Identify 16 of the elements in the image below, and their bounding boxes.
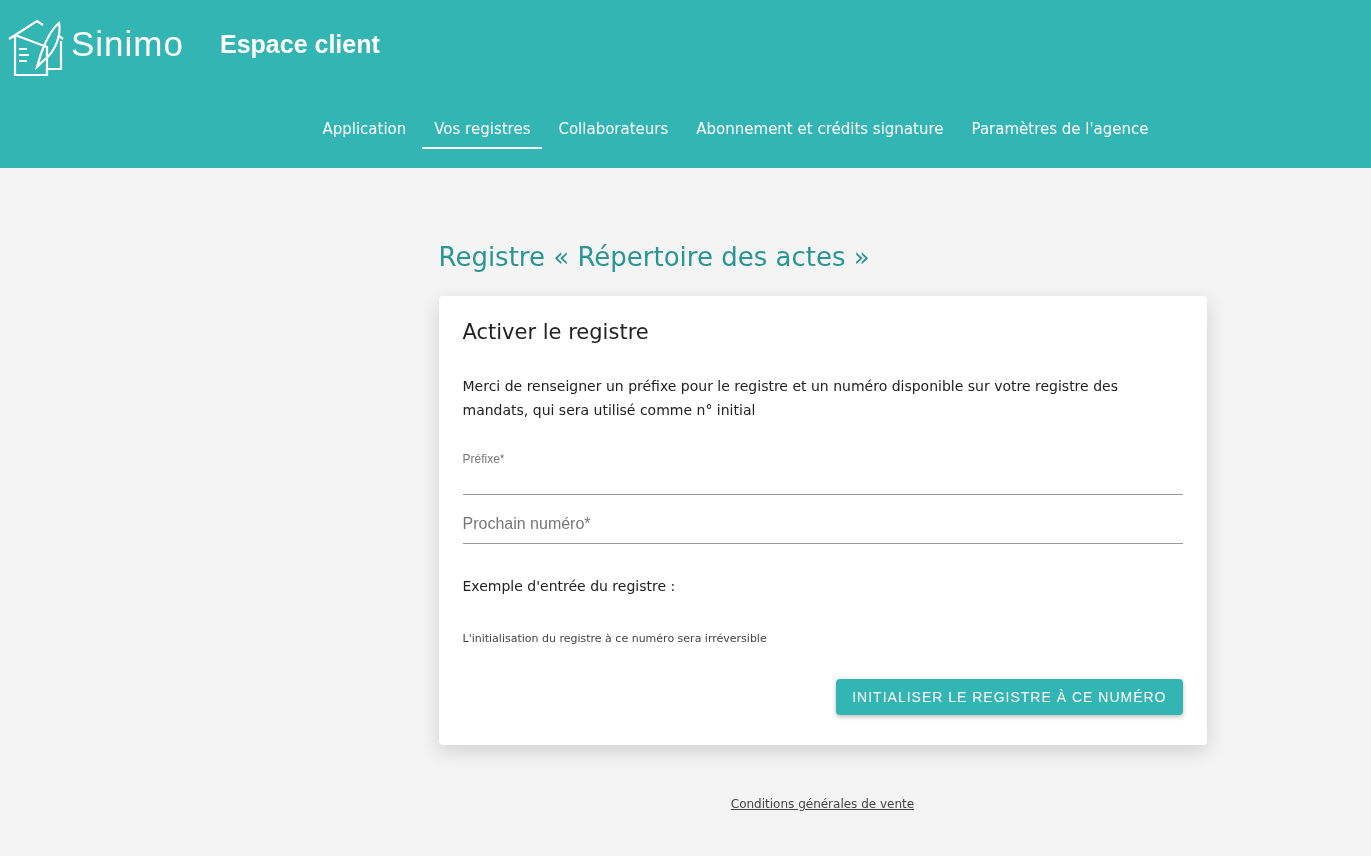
intro-text: Merci de renseigner un préfixe pour le registre et un numéro disponible sur votre registre des mandats, qui sera utilisé comme n° initial bbox=[462, 377, 1119, 420]
nav-tab[interactable]: Abonnement et crédits signature bbox=[684, 112, 956, 149]
nav-tab[interactable]: Application bbox=[310, 112, 419, 149]
card-title: Activer le registre bbox=[462, 320, 650, 344]
input-field[interactable]: Préfixe* bbox=[462, 446, 1183, 495]
nav-tab[interactable]: Collaborateurs bbox=[546, 112, 681, 149]
logo-text: Sinimo bbox=[71, 24, 184, 64]
example-label: Exemple d'entrée du registre : bbox=[462, 578, 677, 594]
nav-tab[interactable]: Paramètres de l'agence bbox=[959, 112, 1161, 149]
initialize-button[interactable]: INITIALISER LE REGISTRE À CE NUMÉRO bbox=[836, 679, 1183, 715]
page-title: Registre « Répertoire des actes » bbox=[438, 242, 871, 272]
input-field[interactable]: Prochain numéro* bbox=[462, 495, 1183, 544]
app-title: Espace client bbox=[220, 29, 380, 59]
terms-link[interactable]: Conditions générales de vente bbox=[730, 797, 915, 811]
nav-tab[interactable]: Vos registres bbox=[422, 112, 543, 149]
warning-text: L'initialisation du registre à ce numéro sera irréversible bbox=[462, 632, 768, 645]
